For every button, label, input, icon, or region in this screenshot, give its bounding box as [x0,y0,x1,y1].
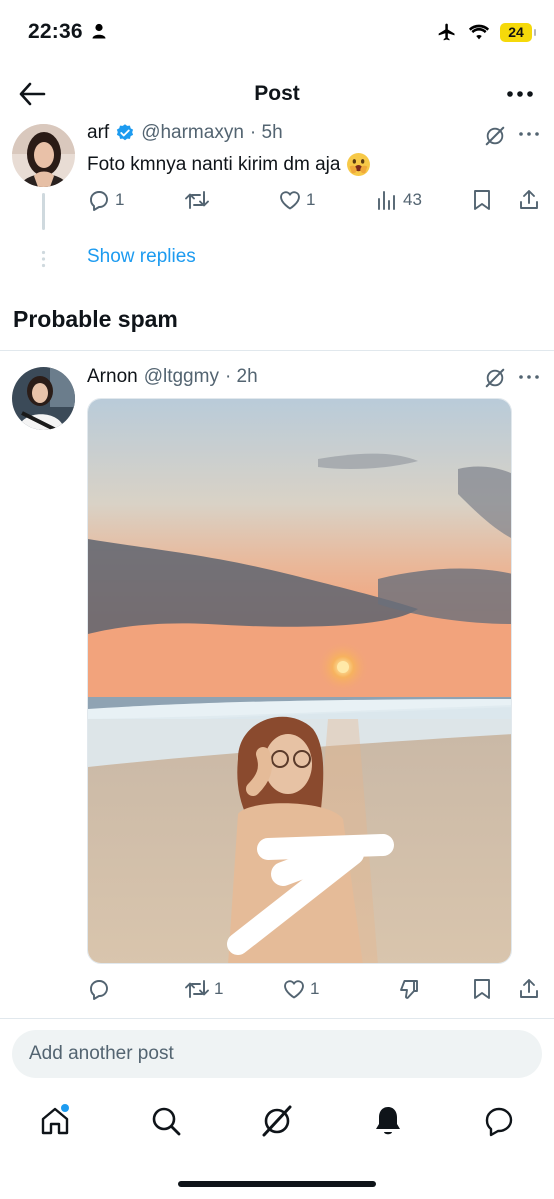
home-icon[interactable] [38,1104,72,1138]
views-button[interactable]: 43 [375,188,422,212]
like-count: 1 [306,190,316,209]
thread-line [42,193,45,230]
repost-count: 1 [214,979,224,998]
bookmark-icon[interactable] [471,188,493,212]
author-handle[interactable]: @ltggmy [144,366,219,388]
reply-button[interactable] [87,977,115,1001]
share-icon[interactable] [517,977,541,1001]
avatar[interactable] [12,124,75,187]
face-with-hand-over-mouth-icon [346,152,371,177]
airplane-icon [436,22,458,42]
more-options-icon[interactable] [518,373,540,381]
person-icon [92,23,106,39]
messages-icon[interactable] [482,1104,516,1138]
reply-icon [87,977,111,1001]
share-icon[interactable] [517,188,541,212]
post-time: · 5h [249,122,283,143]
page-title: Post [254,82,300,105]
grok-icon[interactable] [484,125,506,147]
battery-level: 24 [508,24,524,40]
views-icon [375,188,399,212]
views-count: 43 [403,190,422,209]
verified-badge-icon [115,123,135,143]
downvote-icon[interactable] [397,977,421,1001]
repost-button[interactable]: 1 [184,977,223,1001]
more-options-icon[interactable] [518,130,540,138]
post-header: Post [0,68,554,120]
like-count: 1 [310,979,320,998]
divider [0,350,554,351]
grok-icon[interactable] [484,367,506,389]
divider [0,1018,554,1019]
heart-icon [278,188,302,212]
more-horizontal-icon[interactable] [506,84,536,106]
reply-icon [87,188,111,212]
post-body: Foto kmnya nanti kirim dm aja [87,153,341,175]
show-replies-link[interactable]: Show replies [87,246,196,268]
home-indicator [178,1181,376,1187]
battery-icon: 24 [500,22,536,42]
repost-icon [184,188,210,212]
author-name[interactable]: Arnon [87,366,138,388]
section-title: Probable spam [13,306,178,332]
repost-button[interactable] [184,188,214,212]
grok-icon[interactable] [260,1104,294,1138]
avatar[interactable] [12,367,75,430]
post-author: Arnon @ltggmy · 2h [87,366,258,388]
status-time: 22:36 [28,20,83,43]
reply-button[interactable]: 1 [87,188,124,212]
notifications-icon[interactable] [371,1104,405,1138]
reply-composer[interactable]: Add another post [12,1030,542,1078]
author-name[interactable]: arf [87,122,109,144]
composer-placeholder[interactable]: Add another post [29,1043,174,1065]
author-handle[interactable]: @harmaxyn [141,122,244,144]
beach-sunset-photo[interactable] [87,398,512,964]
post-author: arf @harmaxyn · 5h [87,122,283,144]
bookmark-icon[interactable] [471,977,493,1001]
like-button[interactable]: 1 [278,188,315,212]
search-icon[interactable] [149,1104,183,1138]
post-text: Foto kmnya nanti kirim dm aja [87,152,371,177]
like-button[interactable]: 1 [282,977,319,1001]
reply-count: 1 [115,190,125,209]
heart-icon [282,977,306,1001]
repost-icon [184,977,210,1001]
thread-dots-icon [41,250,46,268]
post-time: · 2h [224,366,258,387]
wifi-icon [468,23,490,41]
